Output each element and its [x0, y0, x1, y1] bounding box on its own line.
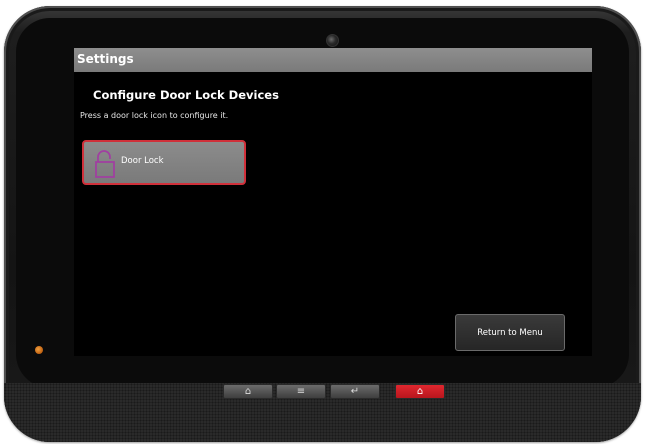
emergency-icon: ⌂ [416, 385, 424, 397]
unlocked-padlock-icon [95, 150, 115, 178]
status-led [35, 346, 43, 354]
door-lock-label: Door Lock [121, 156, 164, 166]
instruction-text: Press a door lock icon to configure it. [80, 111, 229, 120]
display-screen: Settings Configure Door Lock Devices Pre… [74, 48, 592, 356]
home-icon: ⌂ [244, 385, 252, 397]
emergency-button[interactable]: ⌂ [395, 384, 445, 399]
back-button[interactable]: ↵ [330, 384, 380, 399]
home-button[interactable]: ⌂ [223, 384, 273, 399]
page-title: Settings [77, 52, 134, 66]
section-heading: Configure Door Lock Devices [93, 88, 279, 102]
menu-button[interactable]: ≡ [276, 384, 326, 399]
title-bar: Settings [74, 48, 592, 72]
camera-icon [326, 34, 339, 47]
door-lock-button[interactable]: Door Lock [82, 140, 246, 185]
menu-icon: ≡ [296, 385, 306, 397]
return-to-menu-button[interactable]: Return to Menu [455, 314, 565, 351]
back-icon: ↵ [350, 385, 360, 397]
